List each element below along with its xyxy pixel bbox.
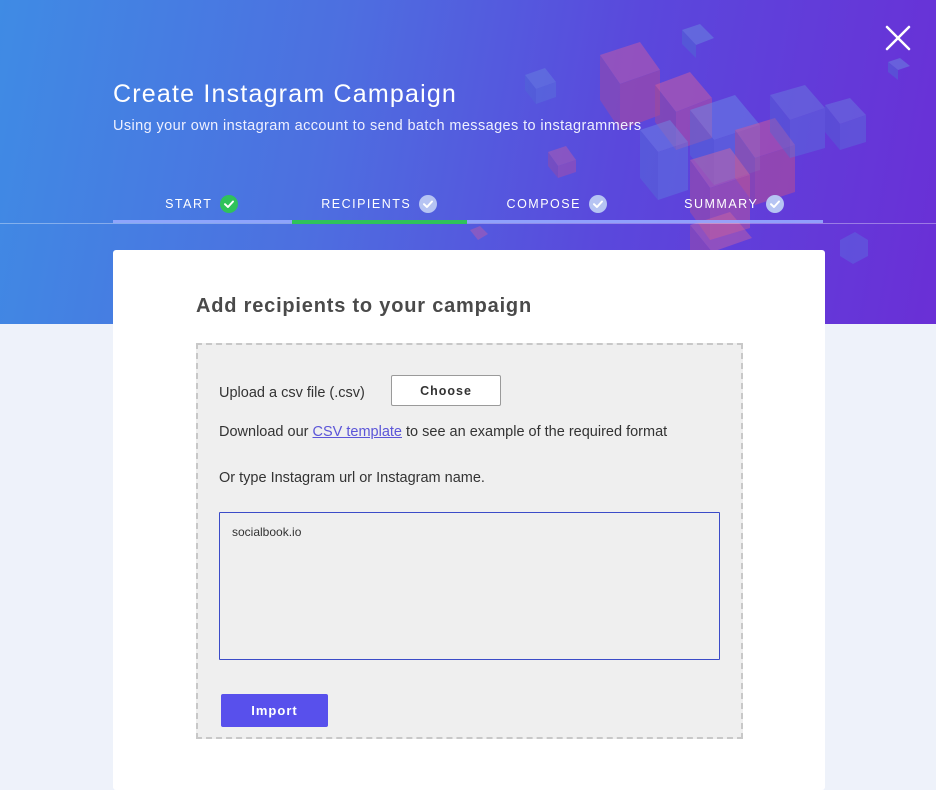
csv-template-link[interactable]: CSV template bbox=[313, 424, 402, 440]
recipients-textarea[interactable]: socialbook.io bbox=[219, 512, 720, 660]
choose-file-button[interactable]: Choose bbox=[391, 375, 501, 406]
stepper-track bbox=[113, 220, 823, 223]
download-hint: Download our CSV template to see an exam… bbox=[219, 424, 667, 440]
download-suffix: to see an example of the required format bbox=[406, 424, 668, 440]
upload-label: Upload a csv file (.csv) bbox=[219, 385, 365, 401]
recipients-card: Add recipients to your campaign Upload a… bbox=[113, 250, 825, 790]
page-title: Create Instagram Campaign bbox=[113, 80, 458, 108]
step-label: START bbox=[165, 197, 213, 211]
import-button[interactable]: Import bbox=[221, 694, 328, 727]
step-recipients[interactable]: RECIPIENTS bbox=[291, 186, 469, 222]
step-label: SUMMARY bbox=[684, 197, 759, 211]
page-subtitle: Using your own instagram account to send… bbox=[113, 118, 642, 134]
card-title: Add recipients to your campaign bbox=[196, 295, 532, 317]
step-label: RECIPIENTS bbox=[321, 197, 412, 211]
check-circle-icon bbox=[588, 195, 607, 213]
manual-entry-hint: Or type Instagram url or Instagram name. bbox=[219, 470, 485, 486]
check-circle-icon bbox=[766, 195, 785, 213]
step-label: COMPOSE bbox=[506, 197, 581, 211]
check-circle-icon bbox=[220, 195, 239, 213]
close-icon[interactable] bbox=[884, 24, 912, 52]
stepper: START RECIPIENTS COMPOSE SUMMARY bbox=[113, 186, 823, 226]
step-summary[interactable]: SUMMARY bbox=[646, 186, 824, 222]
check-circle-icon bbox=[419, 195, 438, 213]
upload-dropzone[interactable]: Upload a csv file (.csv) Choose Download… bbox=[196, 343, 743, 739]
step-compose[interactable]: COMPOSE bbox=[468, 186, 646, 222]
download-prefix: Download our bbox=[219, 424, 309, 440]
stepper-active-indicator bbox=[292, 220, 467, 224]
step-start[interactable]: START bbox=[113, 186, 291, 222]
